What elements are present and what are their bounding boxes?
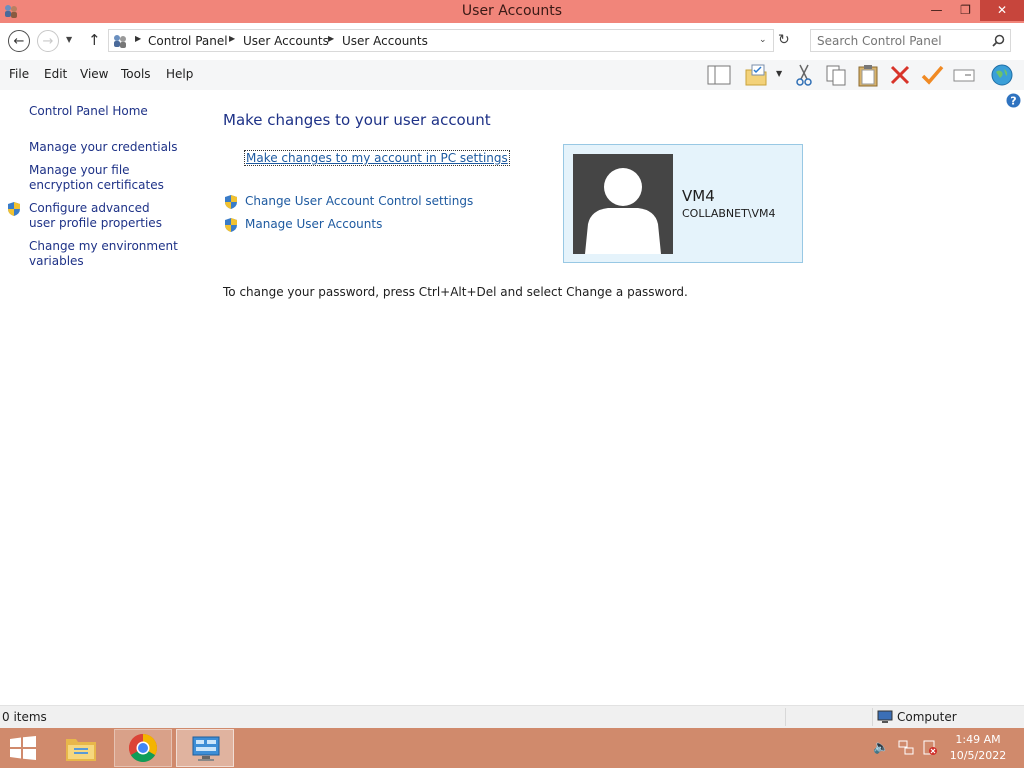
breadcrumb-separator-icon[interactable]: ▶ [328,34,334,43]
user-domain: COLLABNET\VM4 [682,207,776,220]
search-box[interactable] [810,29,1011,52]
close-button[interactable]: ✕ [980,0,1024,21]
status-bar: 0 items Computer [0,705,1024,728]
avatar [573,154,673,254]
navigation-bar: ← → ▼ ↑ ▶ Control Panel ▶ User Accounts … [0,23,1024,60]
search-input[interactable] [817,33,987,49]
computer-icon [877,710,893,723]
control-panel-icon [114,35,126,48]
globe-icon[interactable] [990,63,1014,87]
menu-view[interactable]: View [80,67,108,81]
breadcrumb-separator-icon: ▶ [135,34,142,43]
status-divider [872,708,873,726]
window-title: User Accounts [461,3,563,19]
search-icon[interactable] [992,34,1005,47]
volume-muted-icon[interactable]: 🔈 [873,740,889,755]
page-heading: Make changes to your user account [223,111,491,129]
pc-settings-link[interactable]: Make changes to my account in PC setting… [244,150,510,166]
menu-file[interactable]: File [9,67,29,81]
breadcrumb-user-accounts-current[interactable]: User Accounts [342,34,428,48]
svg-text:?: ? [1010,95,1016,108]
restore-button[interactable]: ❐ [951,0,980,21]
minimize-button[interactable]: — [922,0,951,21]
shield-icon [8,202,20,216]
copy-icon[interactable] [824,63,848,87]
menu-help[interactable]: Help [166,67,193,81]
views-dropdown-icon[interactable]: ▼ [776,69,782,78]
menu-tools[interactable]: Tools [121,67,151,81]
taskbar: 🔈 1:49 AM 10/5/2022 [0,728,1024,768]
back-arrow-icon: ← [13,33,25,49]
cut-icon[interactable] [792,63,816,87]
item-count: 0 items [2,710,47,724]
user-card: VM4 COLLABNET\VM4 [563,144,803,263]
title-bar: User Accounts — ❐ ✕ [0,0,1024,23]
clock-date: 10/5/2022 [949,749,1007,762]
layout-pane-icon[interactable] [707,63,731,87]
uac-settings-link[interactable]: Change User Account Control settings [245,194,473,208]
up-button[interactable]: ↑ [88,31,101,49]
user-silhouette-icon [585,168,661,254]
change-environment-variables-link[interactable]: Change my environment variables [29,239,179,269]
control-panel-home-link[interactable]: Control Panel Home [29,104,148,119]
address-dropdown-icon[interactable]: ⌄ [759,35,767,45]
breadcrumb-control-panel[interactable]: Control Panel [148,34,228,48]
manage-file-encryption-link[interactable]: Manage your file encryption certificates [29,163,189,193]
back-button[interactable]: ← [8,30,30,52]
action-center-icon[interactable] [922,740,938,756]
system-clock[interactable]: 1:49 AM 10/5/2022 [948,732,1008,764]
configure-profile-properties-link[interactable]: Configure advanced user profile properti… [29,201,179,231]
manage-credentials-link[interactable]: Manage your credentials [29,140,189,155]
clock-time: 1:49 AM [955,733,1001,746]
zone-label: Computer [897,710,957,724]
properties-folder-icon[interactable] [744,63,768,87]
breadcrumb-separator-icon[interactable]: ▶ [229,34,235,43]
shield-icon [225,195,237,209]
address-bar[interactable]: ▶ Control Panel ▶ User Accounts ▶ User A… [108,29,774,52]
rename-icon[interactable] [952,63,976,87]
windows-start-icon[interactable] [9,736,37,760]
shield-icon [225,218,237,232]
delete-icon[interactable] [888,63,912,87]
refresh-icon[interactable]: ↻ [778,32,790,48]
menu-edit[interactable]: Edit [44,67,67,81]
recent-locations-dropdown[interactable]: ▼ [66,35,72,44]
taskbar-file-explorer[interactable] [52,729,110,767]
forward-button[interactable]: → [37,30,59,52]
help-icon[interactable]: ? [1006,93,1021,108]
folder-icon [66,739,96,761]
breadcrumb-user-accounts[interactable]: User Accounts [243,34,329,48]
paste-icon[interactable] [856,63,880,87]
taskbar-chrome[interactable] [114,729,172,767]
password-notice: To change your password, press Ctrl+Alt+… [223,285,688,299]
forward-arrow-icon: → [42,33,54,49]
status-divider [785,708,786,726]
menu-bar: File Edit View Tools Help ▼ [0,60,1024,90]
chrome-icon [129,734,157,762]
check-icon[interactable] [920,63,944,87]
user-name: VM4 [682,187,715,205]
manage-user-accounts-link[interactable]: Manage User Accounts [245,217,382,231]
network-icon[interactable] [898,740,914,756]
taskbar-control-panel[interactable] [176,729,234,767]
control-panel-taskbar-icon [192,736,220,761]
